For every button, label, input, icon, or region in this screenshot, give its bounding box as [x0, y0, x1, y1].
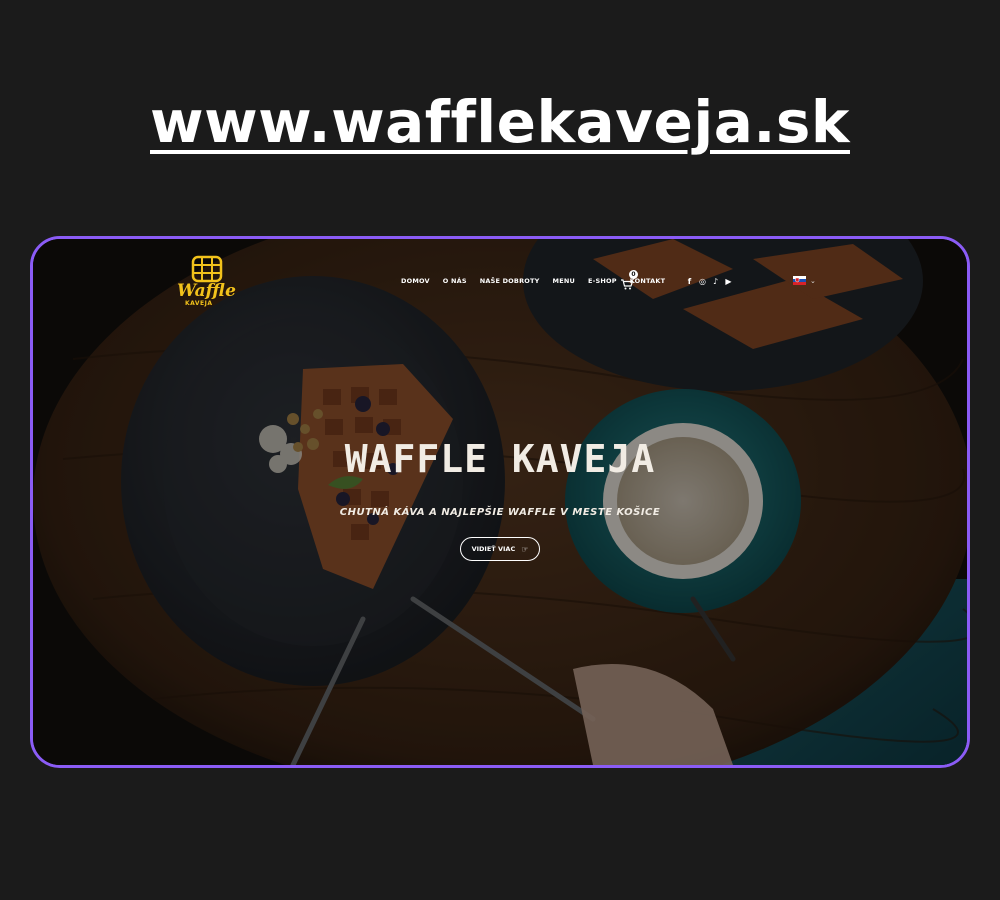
- cart-button[interactable]: 0: [621, 270, 638, 290]
- nav-item-nase-dobroty[interactable]: NAŠE DOBROTY: [480, 277, 540, 285]
- site-navigation: Waffle KAVEJA DOMOV O NÁS NAŠE DOBROTY M…: [33, 239, 967, 319]
- pointing-hand-icon: ☞: [521, 544, 529, 554]
- youtube-icon[interactable]: ▶: [724, 277, 733, 286]
- slovak-flag-icon: [793, 276, 806, 285]
- chevron-down-icon: ⌄: [810, 276, 816, 285]
- social-links: f ◎ ♪ ▶: [685, 277, 733, 286]
- tiktok-icon[interactable]: ♪: [711, 277, 720, 286]
- see-more-button[interactable]: VIDIEŤ VIAC ☞: [460, 537, 540, 561]
- see-more-label: VIDIEŤ VIAC: [471, 545, 516, 553]
- facebook-icon[interactable]: f: [685, 277, 694, 286]
- website-url-heading: www.wafflekaveja.sk: [150, 88, 850, 156]
- nav-item-o-nas[interactable]: O NÁS: [443, 277, 467, 285]
- instagram-icon[interactable]: ◎: [698, 277, 707, 286]
- website-screenshot-frame: Waffle KAVEJA DOMOV O NÁS NAŠE DOBROTY M…: [30, 236, 970, 768]
- cart-count-badge: 0: [629, 270, 638, 279]
- logo-text-kaveja: KAVEJA: [185, 300, 213, 307]
- nav-item-menu[interactable]: MENU: [553, 277, 575, 285]
- language-switcher[interactable]: ⌄: [793, 276, 816, 285]
- cart-icon: [621, 279, 634, 290]
- waffle-logo-icon: [191, 255, 223, 283]
- hero-title: WAFFLE KAVEJA: [344, 437, 656, 481]
- hero-subtitle: CHUTNÁ KÁVA A NAJLEPŠIE WAFFLE V MESTE K…: [339, 507, 661, 518]
- waffle-kaveja-logo[interactable]: Waffle KAVEJA: [173, 251, 243, 313]
- nav-item-e-shop[interactable]: E-SHOP: [588, 277, 617, 285]
- logo-text-waffle: Waffle: [177, 281, 236, 301]
- nav-item-domov[interactable]: DOMOV: [401, 277, 430, 285]
